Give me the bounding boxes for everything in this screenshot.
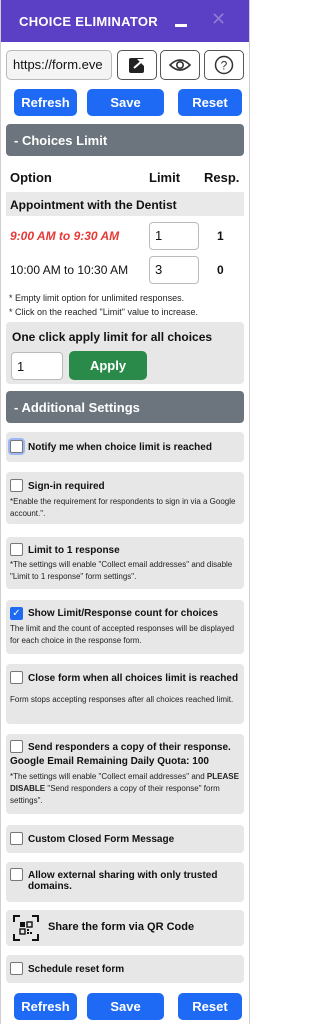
reset-button[interactable]: Reset [178,993,242,1020]
setting-description: *The settings will enable "Collect email… [10,560,233,581]
response-count: 1 [217,229,224,243]
table-notes: * Empty limit option for unlimited respo… [9,291,244,319]
external-sharing-checkbox[interactable] [10,868,23,881]
col-option: Option [10,170,52,185]
setting-description: *The settings will enable "Collect email… [10,772,239,805]
setting-label: Custom Closed Form Message [28,834,175,845]
choices-limit-header[interactable]: - Choices Limit [6,124,244,156]
additional-settings-header[interactable]: - Additional Settings [6,391,244,423]
option-row: 10:00 AM to 10:30 AM 3 0 [6,253,244,287]
setting-label: Send responders a copy of their response… [28,742,231,753]
help-button[interactable]: ? [204,50,244,80]
notify-checkbox[interactable] [10,440,23,453]
minimize-icon[interactable] [175,13,187,27]
option-label: 9:00 AM to 9:30 AM [10,229,120,243]
option-row: 9:00 AM to 9:30 AM 1 1 [6,219,244,253]
close-icon[interactable]: ✕ [211,9,226,30]
setting-signin[interactable]: Sign-in required *Enable the requirement… [6,472,244,524]
refresh-button[interactable]: Refresh [14,89,77,116]
option-label: 10:00 AM to 10:30 AM [10,263,129,277]
col-limit: Limit [149,170,181,185]
title-bar: CHOICE ELIMINATOR ✕ [1,0,249,42]
apply-all-card: One click apply limit for all choices 1 … [6,322,244,384]
svg-text:?: ? [221,59,228,73]
setting-description: *Enable the requirement for respondents … [10,497,236,518]
setting-qr-share[interactable]: Share the form via QR Code [6,910,244,946]
url-row: https://form.eve ? [6,50,244,80]
note-click-limit: * Click on the reached "Limit" value to … [9,307,198,317]
setting-label: Show Limit/Response count for choices [28,608,219,619]
setting-label: Allow external sharing with only trusted… [28,870,218,892]
setting-label: Schedule reset form [28,964,125,975]
setting-label: Close form when all choices limit is rea… [28,673,239,684]
save-button[interactable]: Save [87,89,164,116]
apply-all-title: One click apply limit for all choices [12,330,213,344]
setting-show-count[interactable]: ✓ Show Limit/Response count for choices … [6,600,244,654]
extension-panel: CHOICE ELIMINATOR ✕ https://form.eve ? R… [0,0,250,1024]
setting-description: The limit and the count of accepted resp… [10,624,235,645]
note-empty-limit: * Empty limit option for unlimited respo… [9,293,185,303]
setting-close-form[interactable]: Close form when all choices limit is rea… [6,664,244,724]
show-count-checkbox[interactable]: ✓ [10,607,23,620]
app-title: CHOICE ELIMINATOR [19,13,158,29]
custom-message-checkbox[interactable] [10,832,23,845]
form-url-field[interactable]: https://form.eve [6,50,112,80]
col-resp: Resp. [204,170,240,185]
limit-input[interactable]: 1 [149,222,199,250]
help-icon: ? [214,55,234,75]
setting-label: Limit to 1 response [28,545,120,556]
open-external-icon [129,58,144,73]
setting-notify[interactable]: Notify me when choice limit is reached [6,432,244,462]
response-count: 0 [217,263,224,277]
signin-checkbox[interactable] [10,479,23,492]
close-form-checkbox[interactable] [10,671,23,684]
top-action-row: Refresh Save Reset [14,89,242,116]
preview-button[interactable] [160,50,200,80]
setting-external-sharing[interactable]: Allow external sharing with only trusted… [6,862,244,902]
qr-share-label: Share the form via QR Code [48,921,195,933]
setting-description: Form stops accepting responses after all… [10,695,234,704]
schedule-reset-checkbox[interactable] [10,962,23,975]
limit-input[interactable]: 3 [149,256,199,284]
setting-send-copy[interactable]: Send responders a copy of their response… [6,734,244,814]
question-title: Appointment with the Dentist [6,192,244,216]
send-copy-checkbox[interactable] [10,740,23,753]
apply-all-input[interactable]: 1 [11,352,63,380]
setting-schedule-reset[interactable]: Schedule reset form [6,955,244,983]
setting-label: Notify me when choice limit is reached [28,442,212,453]
setting-limit-one[interactable]: Limit to 1 response *The settings will e… [6,537,244,589]
bottom-action-row: Refresh Save Reset [14,993,242,1020]
setting-custom-message[interactable]: Custom Closed Form Message [6,825,244,853]
qr-code-icon [13,915,39,941]
save-button[interactable]: Save [87,993,164,1020]
refresh-button[interactable]: Refresh [14,993,77,1020]
open-form-button[interactable] [117,50,157,80]
limit-one-checkbox[interactable] [10,543,23,556]
apply-button[interactable]: Apply [69,351,147,380]
eye-icon [169,59,191,71]
reset-button[interactable]: Reset [178,89,242,116]
table-header: Option Limit Resp. [6,165,244,189]
setting-label: Sign-in required [28,481,105,492]
email-quota: Google Email Remaining Daily Quota: 100 [10,756,209,767]
